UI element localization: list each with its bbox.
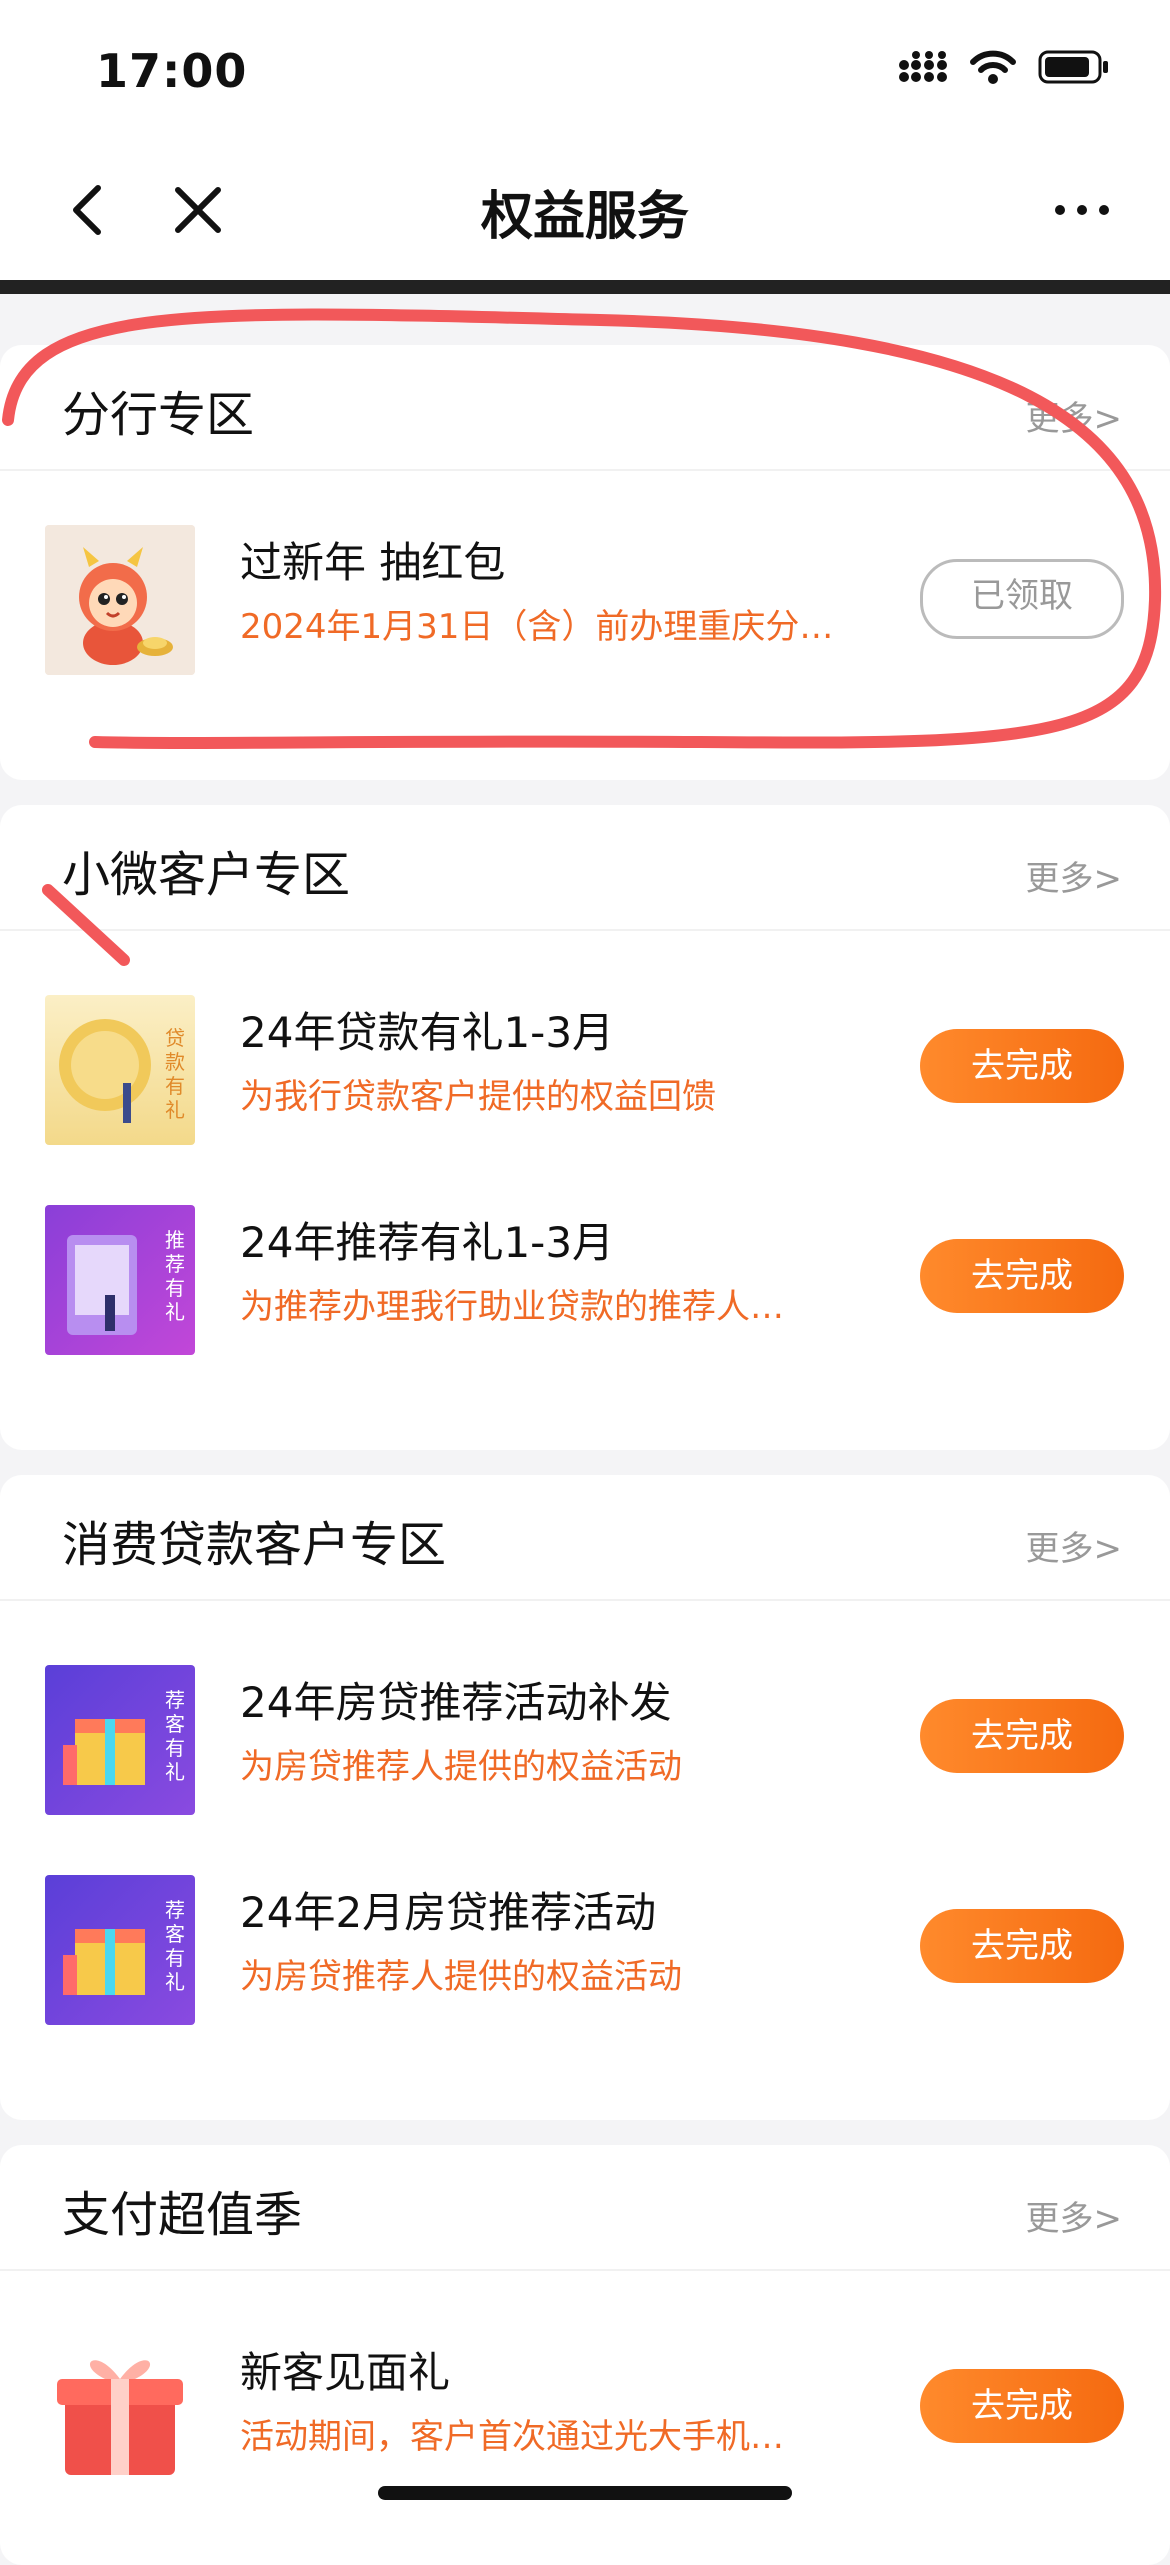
section-header: 消费贷款客户专区 更多> — [0, 1475, 1170, 1601]
svg-text:礼: 礼 — [165, 1970, 185, 1994]
item-title: 24年贷款有礼1-3月 — [240, 1008, 615, 1057]
more-link[interactable]: 更多> — [1026, 2191, 1123, 2240]
list-item[interactable]: 荐 客 有 礼 24年房贷推荐活动补发 为房贷推荐人提供的权益活动 去完成 — [0, 1657, 1170, 1817]
section-header: 小微客户专区 更多> — [0, 805, 1170, 931]
svg-text:有: 有 — [165, 1946, 185, 1970]
svg-text:礼: 礼 — [165, 1300, 185, 1324]
item-title: 过新年 抽红包 — [240, 538, 506, 587]
wifi-icon — [970, 50, 1016, 84]
complete-button[interactable]: 去完成 — [920, 1699, 1124, 1773]
svg-text:有: 有 — [165, 1276, 185, 1300]
more-options-icon[interactable] — [1052, 190, 1112, 220]
complete-button[interactable]: 去完成 — [920, 2369, 1124, 2443]
item-subtitle: 为房贷推荐人提供的权益活动 — [240, 1957, 682, 1997]
referral-customer-gift-icon: 荐 客 有 礼 — [45, 1665, 195, 1815]
section-header: 支付超值季 更多> — [0, 2145, 1170, 2271]
complete-button[interactable]: 去完成 — [920, 1909, 1124, 1983]
dragon-mascot-icon — [45, 525, 195, 675]
status-bar: 17:00 — [0, 0, 1170, 140]
svg-text:客: 客 — [165, 1712, 185, 1736]
item-subtitle: 为推荐办理我行助业贷款的推荐人… — [240, 1287, 784, 1327]
complete-button[interactable]: 去完成 — [920, 1239, 1124, 1313]
section-small-business-zone: 小微客户专区 更多> 贷 款 有 礼 24年贷款有礼1-3月 为我行贷款客户提供… — [0, 805, 1170, 1450]
battery-icon — [1038, 50, 1108, 84]
section-consumer-loan-zone: 消费贷款客户专区 更多> 荐 客 有 礼 24年房贷推荐活动补发 为房贷推荐人提… — [0, 1475, 1170, 2120]
navigation-bar: 权益服务 — [0, 140, 1170, 280]
svg-text:礼: 礼 — [165, 1098, 185, 1122]
svg-text:荐: 荐 — [165, 1252, 185, 1276]
status-time: 17:00 — [96, 44, 248, 98]
more-link[interactable]: 更多> — [1026, 391, 1123, 440]
list-item[interactable]: 新客见面礼 活动期间，客户首次通过光大手机… 去完成 — [0, 2327, 1170, 2487]
section-title: 小微客户专区 — [62, 847, 351, 903]
section-title: 消费贷款客户专区 — [62, 1517, 447, 1573]
item-title: 24年2月房贷推荐活动 — [240, 1888, 657, 1937]
gift-box-icon — [45, 2335, 195, 2485]
item-title: 24年推荐有礼1-3月 — [240, 1218, 615, 1267]
section-branch-zone: 分行专区 更多> 过新年 抽红包 2024年1月31日（含）前办理重庆分… 已领… — [0, 345, 1170, 780]
svg-text:荐: 荐 — [165, 1688, 185, 1712]
list-item[interactable]: 贷 款 有 礼 24年贷款有礼1-3月 为我行贷款客户提供的权益回馈 去完成 — [0, 987, 1170, 1147]
svg-text:贷: 贷 — [165, 1026, 185, 1050]
svg-text:款: 款 — [165, 1050, 185, 1074]
status-icons — [898, 50, 1110, 84]
item-subtitle: 为我行贷款客户提供的权益回馈 — [240, 1077, 716, 1117]
svg-text:礼: 礼 — [165, 1760, 185, 1784]
referral-customer-gift-icon: 荐 客 有 礼 — [45, 1875, 195, 2025]
list-item[interactable]: 荐 客 有 礼 24年2月房贷推荐活动 为房贷推荐人提供的权益活动 去完成 — [0, 1867, 1170, 2027]
item-title: 新客见面礼 — [240, 2348, 451, 2397]
svg-text:有: 有 — [165, 1736, 185, 1760]
item-title: 24年房贷推荐活动补发 — [240, 1678, 672, 1727]
more-link[interactable]: 更多> — [1026, 1521, 1123, 1570]
claimed-button[interactable]: 已领取 — [920, 559, 1124, 639]
svg-text:客: 客 — [165, 1922, 185, 1946]
loan-gift-icon: 贷 款 有 礼 — [45, 995, 195, 1145]
list-item[interactable]: 推 荐 有 礼 24年推荐有礼1-3月 为推荐办理我行助业贷款的推荐人… 去完成 — [0, 1197, 1170, 1357]
svg-text:推: 推 — [165, 1228, 185, 1252]
section-title: 分行专区 — [62, 387, 255, 443]
section-payment-season: 支付超值季 更多> 新客见面礼 活动期间，客户首次通过光大手机… 去完成 — [0, 2145, 1170, 2565]
item-subtitle: 为房贷推荐人提供的权益活动 — [240, 1747, 682, 1787]
list-item[interactable]: 过新年 抽红包 2024年1月31日（含）前办理重庆分… 已领取 — [0, 517, 1170, 677]
referral-gift-icon: 推 荐 有 礼 — [45, 1205, 195, 1355]
banner-strip — [0, 280, 1170, 294]
section-header: 分行专区 更多> — [0, 345, 1170, 471]
item-subtitle: 活动期间，客户首次通过光大手机… — [240, 2417, 784, 2457]
section-title: 支付超值季 — [62, 2187, 303, 2243]
svg-text:有: 有 — [165, 1074, 185, 1098]
cellular-signal-icon — [899, 51, 947, 82]
complete-button[interactable]: 去完成 — [920, 1029, 1124, 1103]
svg-text:荐: 荐 — [165, 1898, 185, 1922]
more-link[interactable]: 更多> — [1026, 851, 1123, 900]
page-title: 权益服务 — [480, 187, 689, 247]
home-indicator — [378, 2486, 792, 2500]
item-subtitle: 2024年1月31日（含）前办理重庆分… — [240, 607, 834, 647]
